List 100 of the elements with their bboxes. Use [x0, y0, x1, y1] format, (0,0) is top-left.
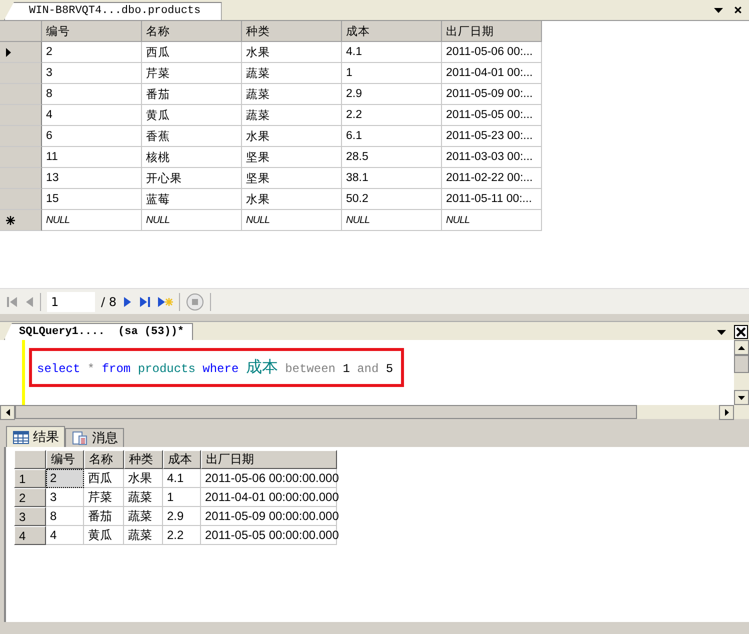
table-cell: 50.2: [342, 189, 442, 210]
table-cell: 2011-05-05 00:00:00.000: [201, 526, 337, 545]
scroll-down-icon[interactable]: [734, 390, 749, 405]
document-tab[interactable]: WIN-B8RVQT4...dbo.products: [4, 2, 222, 20]
scrollbar-thumb[interactable]: [15, 405, 637, 419]
table-cell: 4.1: [342, 42, 442, 63]
grid-icon: [13, 431, 29, 444]
table-cell: 水果: [242, 42, 342, 63]
row-number[interactable]: 1: [14, 469, 46, 488]
table-cell: 坚果: [242, 147, 342, 168]
table-cell: 2.2: [163, 526, 201, 545]
close-icon[interactable]: [734, 325, 748, 339]
table-cell: 11: [42, 147, 142, 168]
record-number-field[interactable]: 1: [47, 292, 95, 312]
table-cell: 2011-05-06 00:00:00.000: [201, 469, 337, 488]
record-count: / 8: [101, 294, 116, 308]
table-cell: 8: [42, 84, 142, 105]
table-cell: 黄瓜: [84, 526, 124, 545]
column-header[interactable]: 编号: [46, 450, 84, 469]
corner-header: [14, 450, 46, 469]
row-number[interactable]: 3: [14, 507, 46, 526]
column-header[interactable]: 种类: [124, 450, 163, 469]
table-cell: 西瓜: [142, 42, 242, 63]
table-cell: 蓝莓: [142, 189, 242, 210]
table-cell: 蔬菜: [242, 84, 342, 105]
table-cell: 2.9: [163, 507, 201, 526]
table-cell: 2011-05-05 00:...: [442, 105, 542, 126]
column-header[interactable]: 成本: [163, 450, 201, 469]
scrollbar-thumb[interactable]: [734, 355, 749, 373]
table-cell: 2011-05-09 00:00:00.000: [201, 507, 337, 526]
dropdown-icon[interactable]: [717, 330, 726, 334]
asterisk-icon: [6, 216, 15, 224]
table-cell: 4: [42, 105, 142, 126]
null-cell: NULL: [146, 214, 170, 226]
table-cell: 2011-04-01 00:00:00.000: [201, 488, 337, 507]
table-cell: 15: [42, 189, 142, 210]
last-record-icon[interactable]: [138, 296, 150, 308]
column-header[interactable]: 出厂日期: [442, 21, 542, 42]
scroll-up-icon[interactable]: [734, 340, 749, 355]
table-cell: 1: [342, 63, 442, 84]
column-header[interactable]: 成本: [342, 21, 442, 42]
null-cell: NULL: [446, 214, 470, 226]
table-cell: 8: [46, 507, 84, 526]
query-text: select * from products where 成本 between 1 and 5: [29, 348, 404, 387]
table-cell: 1: [163, 488, 201, 507]
null-cell: NULL: [246, 214, 270, 226]
table-cell: 蔬菜: [124, 507, 163, 526]
table-cell: 蔬菜: [124, 526, 163, 545]
column-header[interactable]: 出厂日期: [201, 450, 337, 469]
row-header[interactable]: [0, 210, 42, 231]
dropdown-icon[interactable]: [714, 8, 723, 12]
column-header[interactable]: 编号: [42, 21, 142, 42]
column-header[interactable]: 种类: [242, 21, 342, 42]
table-cell: 2011-03-03 00:...: [442, 147, 542, 168]
results-tab[interactable]: 结果: [6, 426, 65, 447]
document-icon: [72, 431, 88, 446]
table-cell: 2011-05-11 00:...: [442, 189, 542, 210]
row-header[interactable]: [0, 42, 42, 63]
new-record-icon[interactable]: [156, 296, 172, 308]
table-cell: 番茄: [84, 507, 124, 526]
query-tab[interactable]: SQLQuery1.... (sa (53))*: [4, 323, 194, 340]
table-cell: 13: [42, 168, 142, 189]
null-cell: NULL: [46, 214, 70, 226]
table-cell: 38.1: [342, 168, 442, 189]
table-cell: 蔬菜: [242, 63, 342, 84]
table-cell: 2: [46, 469, 84, 488]
table-cell: 芹菜: [142, 63, 242, 84]
table-cell: 2011-02-22 00:...: [442, 168, 542, 189]
table-cell: 水果: [242, 126, 342, 147]
table-cell: 坚果: [242, 168, 342, 189]
table-cell: 2011-05-23 00:...: [442, 126, 542, 147]
table-cell: 核桃: [142, 147, 242, 168]
table-cell: 番茄: [142, 84, 242, 105]
column-header[interactable]: 名称: [142, 21, 242, 42]
table-cell: 2.2: [342, 105, 442, 126]
table-cell: 3: [42, 63, 142, 84]
table-cell: 28.5: [342, 147, 442, 168]
table-cell: 2011-05-09 00:...: [442, 84, 542, 105]
close-icon[interactable]: [733, 5, 743, 15]
table-cell: 香蕉: [142, 126, 242, 147]
table-cell: 芹菜: [84, 488, 124, 507]
column-header[interactable]: 名称: [84, 450, 124, 469]
row-number[interactable]: 2: [14, 488, 46, 507]
scroll-right-icon[interactable]: [719, 405, 734, 420]
table-cell: 2: [42, 42, 142, 63]
next-record-icon[interactable]: [122, 296, 132, 308]
current-row-icon: [6, 48, 11, 56]
table-cell: 水果: [124, 469, 163, 488]
table-cell: 2011-04-01 00:...: [442, 63, 542, 84]
null-cell: NULL: [346, 214, 370, 226]
scroll-left-icon[interactable]: [0, 405, 15, 420]
table-cell: 开心果: [142, 168, 242, 189]
table-cell: 黄瓜: [142, 105, 242, 126]
table-cell: 3: [46, 488, 84, 507]
table-cell: 西瓜: [84, 469, 124, 488]
table-cell: 6: [42, 126, 142, 147]
table-cell: 水果: [242, 189, 342, 210]
table-cell: 6.1: [342, 126, 442, 147]
row-number[interactable]: 4: [14, 526, 46, 545]
results-tab[interactable]: 消息: [65, 428, 124, 447]
